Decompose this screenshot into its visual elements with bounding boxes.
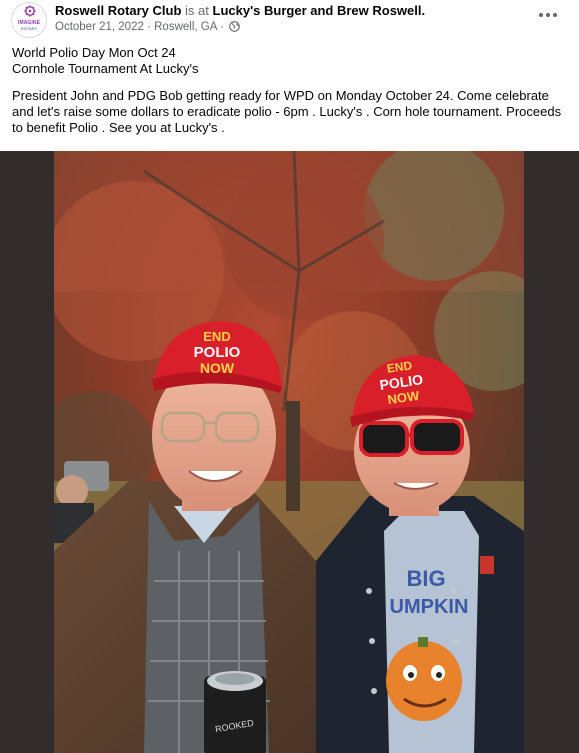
post-meta: October 21, 2022 · Roswell, GA ·: [55, 21, 240, 34]
caption-line-2: Cornhole Tournament At Lucky's: [12, 61, 199, 76]
avatar-text-rotary: ROTARY: [20, 26, 38, 31]
avatar[interactable]: IMAGINE ROTARY: [11, 2, 47, 38]
post-date-link[interactable]: October 21, 2022: [55, 21, 144, 33]
shirt-text-2: UMPKIN: [390, 596, 469, 618]
post-header: IMAGINE ROTARY Roswell Rotary Club is at…: [0, 0, 579, 40]
meta-separator: ·: [147, 21, 151, 33]
facebook-post: IMAGINE ROTARY Roswell Rotary Club is at…: [0, 0, 579, 753]
caption-line-1: World Polio Day Mon Oct 24: [12, 45, 176, 60]
shirt-text-1: BIG: [406, 566, 445, 591]
rotary-wheel-icon: [24, 5, 36, 17]
more-dot: [553, 13, 557, 17]
post-city[interactable]: Roswell, GA: [154, 21, 217, 33]
more-dot: [539, 13, 543, 17]
post-title-line: Roswell Rotary Club is at Lucky's Burger…: [55, 3, 425, 18]
globe-icon[interactable]: [229, 21, 240, 32]
post-caption: World Polio Day Mon Oct 24 Cornhole Tour…: [12, 45, 572, 136]
caption-body: President John and PDG Bob getting ready…: [12, 88, 562, 135]
photo-illustration: END POLIO NOW ROOKED BIG UMPKIN END POLI…: [54, 151, 524, 753]
author-name-link[interactable]: Roswell Rotary Club: [55, 3, 181, 18]
is-at-text: is at: [185, 3, 209, 18]
post-photo-frame[interactable]: END POLIO NOW ROOKED BIG UMPKIN END POLI…: [0, 151, 579, 753]
left-hat-text-1: END: [203, 329, 230, 344]
more-options-button[interactable]: [534, 5, 562, 25]
post-photo[interactable]: END POLIO NOW ROOKED BIG UMPKIN END POLI…: [54, 151, 524, 753]
more-dot: [546, 13, 550, 17]
meta-separator: ·: [219, 21, 224, 33]
location-link[interactable]: Lucky's Burger and Brew Roswell.: [213, 3, 426, 18]
left-hat-text-3: NOW: [200, 360, 235, 376]
left-hat-text-2: POLIO: [194, 344, 241, 361]
